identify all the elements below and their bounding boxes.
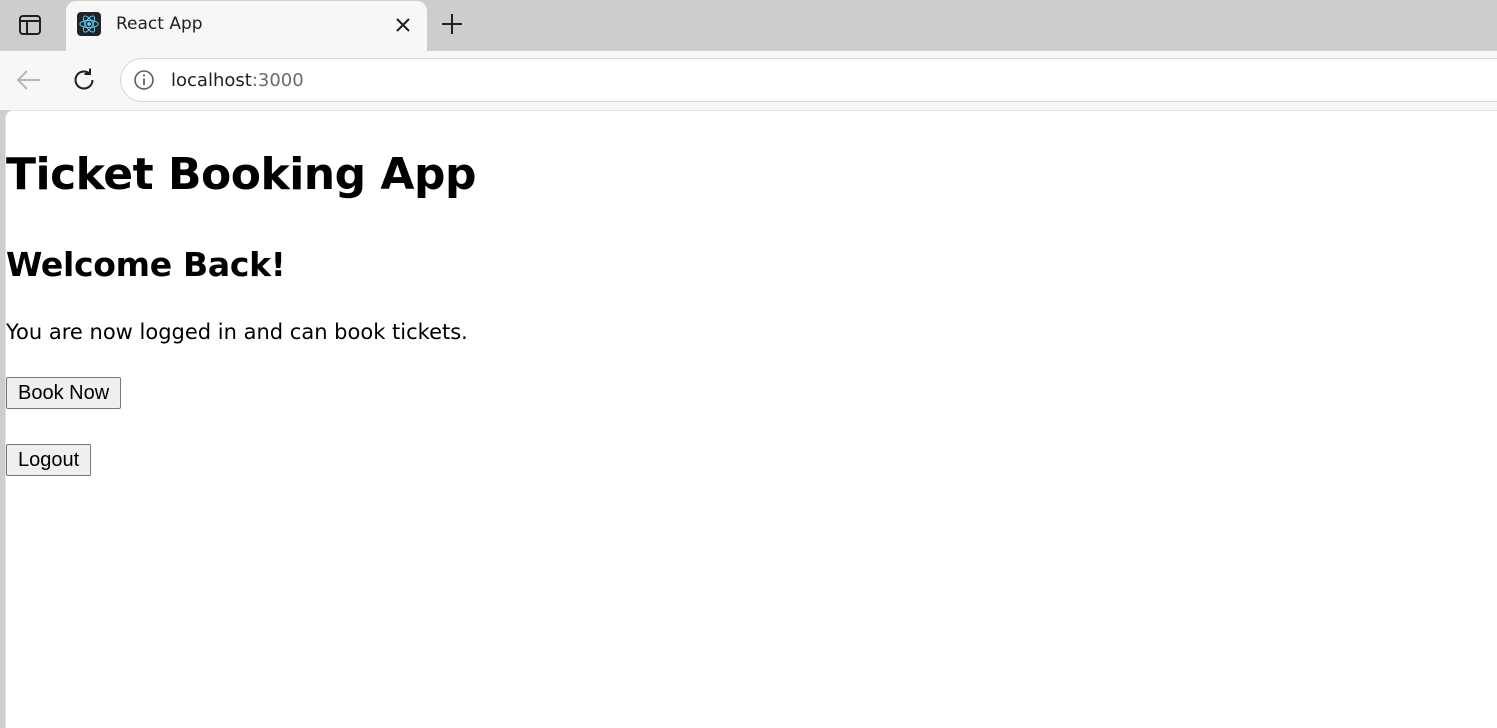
plus-icon[interactable]	[439, 11, 465, 37]
tab-actions-icon[interactable]	[17, 12, 43, 38]
tab-strip: React App	[0, 0, 1497, 51]
login-message: You are now logged in and can book ticke…	[6, 320, 468, 344]
tab-title: React App	[116, 14, 203, 34]
back-arrow-icon[interactable]	[14, 65, 44, 95]
url-host: localhost	[171, 70, 252, 91]
react-logo-icon	[77, 12, 101, 36]
info-icon[interactable]	[133, 69, 155, 91]
browser-toolbar: localhost:3000	[0, 51, 1497, 110]
address-bar[interactable]: localhost:3000	[120, 58, 1497, 102]
tab-react-app[interactable]: React App	[66, 1, 427, 51]
close-icon[interactable]	[393, 15, 413, 35]
page-title: Ticket Booking App	[6, 149, 476, 200]
welcome-heading: Welcome Back!	[6, 245, 286, 284]
page-viewport: Ticket Booking App Welcome Back! You are…	[5, 110, 1497, 728]
book-now-button[interactable]: Book Now	[6, 377, 122, 409]
url-text[interactable]: localhost:3000	[171, 70, 304, 91]
logout-button[interactable]: Logout	[6, 444, 92, 476]
reload-icon[interactable]	[69, 65, 99, 95]
browser-window: React App localhost:3000 Ticket Booking …	[0, 0, 1497, 728]
url-port: :3000	[251, 70, 304, 91]
